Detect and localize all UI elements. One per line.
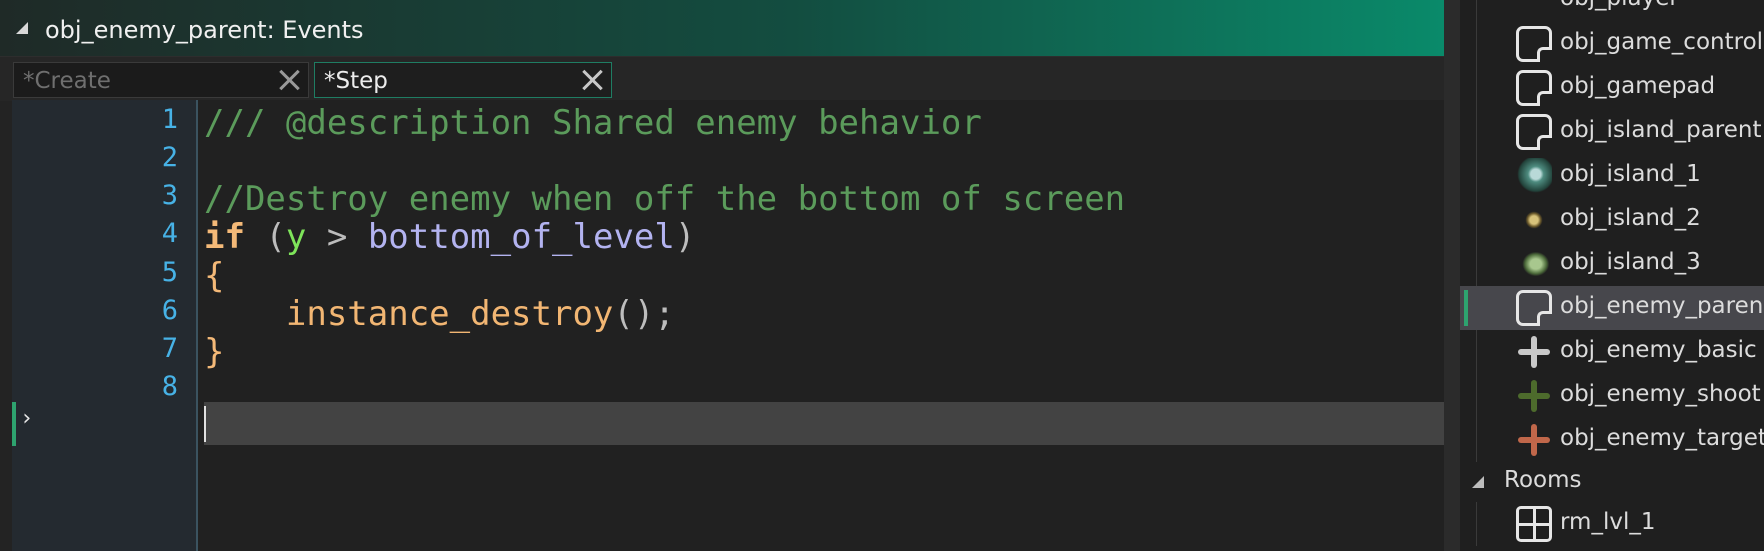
tree-item-label: obj_enemy_target <box>1560 425 1764 451</box>
tree-item-label: obj_enemy_parent <box>1560 293 1764 319</box>
code-line[interactable] <box>204 140 1444 183</box>
event-tab-strip: *Create *Step <box>0 56 1444 101</box>
tree-item-label: obj_player <box>1560 0 1679 11</box>
island-sprite-icon <box>1516 158 1552 194</box>
tree-guide-line <box>1476 198 1477 242</box>
tree-item-obj-enemy-basic[interactable]: obj_enemy_basic <box>1460 330 1764 374</box>
line-number: 8 <box>161 371 178 402</box>
tree-guide-line <box>1476 374 1477 418</box>
tree-item-rm-lvl-1[interactable]: rm_lvl_1 <box>1460 502 1764 546</box>
island-sprite-icon <box>1516 246 1552 282</box>
line-number: 3 <box>161 180 178 211</box>
collapse-grip-icon[interactable] <box>16 22 28 34</box>
tree-guide-line <box>1476 330 1477 374</box>
tree-item-label: obj_island_2 <box>1560 205 1701 231</box>
tree-item-label: obj_enemy_shoot <box>1560 381 1761 407</box>
resource-tree-panel[interactable]: obj_player obj_game_controller obj_gamep… <box>1444 0 1764 551</box>
code-line[interactable]: /// @description Shared enemy behavior <box>204 102 1444 145</box>
current-line-marker <box>12 402 16 446</box>
tree-item-label: obj_enemy_basic <box>1560 337 1757 363</box>
tab-step[interactable]: *Step <box>314 62 612 98</box>
tree-item-obj-gamepad[interactable]: obj_gamepad <box>1460 66 1764 110</box>
object-icon <box>1516 70 1552 106</box>
line-number: 6 <box>161 295 178 326</box>
tree-item-label: obj_island_3 <box>1560 249 1701 275</box>
code-line[interactable]: instance_destroy(); <box>204 293 1444 336</box>
plane-sprite-icon <box>1516 378 1552 414</box>
text-caret <box>204 406 206 442</box>
window-title: obj_enemy_parent: Events <box>45 16 364 44</box>
line-number-gutter: 1 2 3 4 5 6 7 8 › <box>12 100 198 551</box>
tree-item-obj-enemy-parent[interactable]: obj_enemy_parent <box>1460 286 1764 330</box>
selection-marker <box>1464 290 1468 326</box>
tree-guide-line <box>1476 418 1477 462</box>
tree-guide-line <box>1476 66 1477 110</box>
code-line[interactable]: { <box>204 255 1444 298</box>
line-number: 7 <box>161 333 178 364</box>
tree-guide-line <box>1476 502 1477 546</box>
events-editor-window: obj_enemy_parent: Events *Create *Step 1… <box>0 0 1444 551</box>
line-number: 2 <box>161 142 178 173</box>
tree-item-label: obj_island_parent <box>1560 117 1762 143</box>
code-line[interactable]: //Destroy enemy when off the bottom of s… <box>204 178 1444 221</box>
chevron-right-icon: › <box>20 406 34 431</box>
tree-item-label: obj_game_controller <box>1560 29 1764 55</box>
island-sprite-icon <box>1516 202 1552 238</box>
tree-guide-line <box>1476 242 1477 286</box>
object-icon <box>1516 290 1552 326</box>
window-title-bar[interactable]: obj_enemy_parent: Events <box>0 0 1444 56</box>
tree-group-label: Rooms <box>1504 467 1582 493</box>
tree-item-obj-enemy-target[interactable]: obj_enemy_target <box>1460 418 1764 462</box>
tree-item-label: obj_island_1 <box>1560 161 1701 187</box>
line-number: 5 <box>161 257 178 288</box>
tree-item-obj-island-3[interactable]: obj_island_3 <box>1460 242 1764 286</box>
plane-sprite-icon <box>1516 334 1552 370</box>
tree-item-label: obj_gamepad <box>1560 73 1716 99</box>
tree-guide-line <box>1476 22 1477 66</box>
object-icon <box>1516 26 1552 62</box>
tree-group-rooms[interactable]: Rooms <box>1460 460 1764 504</box>
code-editor[interactable]: 1 2 3 4 5 6 7 8 › /// @description Share… <box>12 100 1444 551</box>
code-line[interactable]: } <box>204 331 1444 374</box>
plane-sprite-icon <box>1516 422 1552 458</box>
line-number: 1 <box>161 104 178 135</box>
tab-create-label: *Create <box>23 68 111 94</box>
tab-step-label: *Step <box>324 68 388 94</box>
close-icon[interactable] <box>579 67 605 93</box>
tab-create[interactable]: *Create <box>13 62 309 98</box>
tree-guide-line <box>1476 154 1477 198</box>
code-text[interactable]: /// @description Shared enemy behavior /… <box>204 100 1444 551</box>
tree-item-obj-player[interactable]: obj_player <box>1460 0 1764 22</box>
tree-item-label: rm_lvl_1 <box>1560 509 1656 535</box>
collapse-arrow-icon[interactable] <box>1472 476 1484 488</box>
tree-item-obj-game-controller[interactable]: obj_game_controller <box>1460 22 1764 66</box>
line-number: 4 <box>161 218 178 249</box>
tree-guide-line <box>1476 0 1477 22</box>
tree-item-obj-island-1[interactable]: obj_island_1 <box>1460 154 1764 198</box>
object-icon <box>1516 114 1552 150</box>
tree-item-obj-enemy-shoot[interactable]: obj_enemy_shoot <box>1460 374 1764 418</box>
code-line-current[interactable] <box>204 402 1444 445</box>
tree-item-obj-island-2[interactable]: obj_island_2 <box>1460 198 1764 242</box>
room-icon <box>1516 506 1552 542</box>
code-line[interactable]: if (y > bottom_of_level) <box>204 216 1444 259</box>
close-icon[interactable] <box>276 67 302 93</box>
tree-item-obj-island-parent[interactable]: obj_island_parent <box>1460 110 1764 154</box>
tree-guide-line <box>1476 110 1477 154</box>
